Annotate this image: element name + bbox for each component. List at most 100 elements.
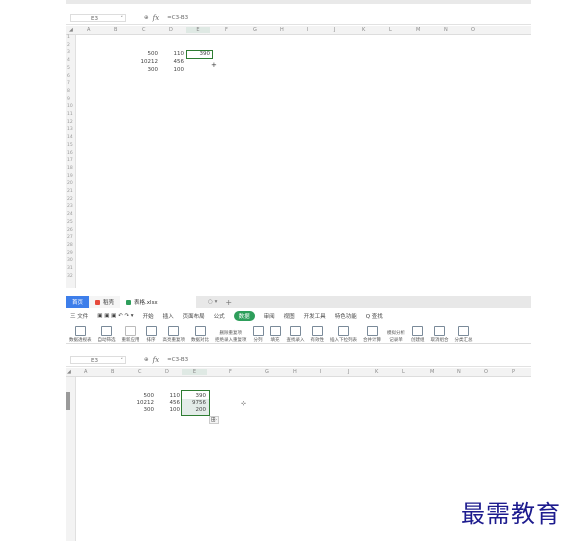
fx-icon[interactable]: fx xyxy=(153,356,160,364)
col-header-c[interactable]: C xyxy=(142,27,146,33)
col-header-n[interactable]: N xyxy=(444,27,448,33)
chevron-down-icon[interactable]: ˅ xyxy=(121,357,124,365)
dropdown-list-button[interactable]: 插入下拉列表 xyxy=(327,323,360,343)
col-header-k[interactable]: K xyxy=(375,369,378,375)
row-header[interactable]: 12 xyxy=(67,120,73,125)
top-formula-input[interactable]: =C3-B3 xyxy=(167,15,188,21)
new-tab-icon[interactable]: + xyxy=(225,298,232,307)
row-header[interactable]: 4 xyxy=(67,58,70,63)
menu-page-layout[interactable]: 页面布局 xyxy=(183,312,205,320)
col-header-f[interactable]: F xyxy=(229,369,232,375)
col-header-d[interactable]: D xyxy=(169,27,173,33)
col-header-p[interactable]: P xyxy=(512,369,515,375)
row-header[interactable]: 23 xyxy=(67,204,73,209)
auto-fill-options-button[interactable]: 田· xyxy=(209,416,219,424)
row-header[interactable]: 13 xyxy=(67,127,73,132)
col-header-k[interactable]: K xyxy=(362,27,365,33)
tab-docer[interactable]: 稻壳 xyxy=(89,296,121,308)
zoom-icon[interactable]: ⊕ xyxy=(144,357,149,363)
menu-insert[interactable]: 插入 xyxy=(163,312,174,320)
col-header-f[interactable]: F xyxy=(225,27,228,33)
col-header-j[interactable]: J xyxy=(334,27,335,33)
row-header[interactable]: 21 xyxy=(67,189,73,194)
row-header[interactable]: 7 xyxy=(67,81,70,86)
top-name-box[interactable]: E3 ˅ xyxy=(70,14,126,22)
col-header-e[interactable]: E xyxy=(186,27,210,33)
menu-search[interactable]: Q 查找 xyxy=(366,312,383,320)
col-header-l[interactable]: L xyxy=(402,369,405,375)
row-header[interactable]: 25 xyxy=(67,220,73,225)
row-header[interactable]: 10 xyxy=(67,104,73,109)
data-compare-button[interactable]: 数据对比 xyxy=(188,323,212,343)
cell-c4[interactable]: 456 xyxy=(166,400,181,407)
bottom-formula-input[interactable]: =C3-B3 xyxy=(167,357,188,363)
row-header[interactable]: 22 xyxy=(67,197,73,202)
cell-c5[interactable]: 100 xyxy=(170,67,185,74)
pivot-table-button[interactable]: 数据透视表 xyxy=(66,323,95,343)
row-header[interactable]: 16 xyxy=(67,151,73,156)
cell-c5[interactable]: 100 xyxy=(166,407,181,414)
col-header-o[interactable]: O xyxy=(471,27,475,33)
fill-button[interactable]: 填充 xyxy=(267,323,284,343)
tab-list-icon[interactable]: ○ ▾ xyxy=(208,299,217,305)
col-header-a[interactable]: A xyxy=(87,27,90,33)
col-header-e[interactable]: E xyxy=(182,369,207,375)
reapply-button[interactable]: 重新应用 xyxy=(119,323,143,343)
cell-b5[interactable]: 300 xyxy=(146,67,159,74)
cell-e3[interactable]: 390 xyxy=(184,393,207,400)
row-header[interactable]: 20 xyxy=(67,181,73,186)
ungroup-button[interactable]: 取消组合 xyxy=(428,323,452,343)
col-header-a[interactable]: A xyxy=(84,369,87,375)
col-header-h[interactable]: H xyxy=(293,369,297,375)
row-header[interactable]: 5 xyxy=(67,66,70,71)
validation-button[interactable]: 有效性 xyxy=(308,323,328,343)
col-header-m[interactable]: M xyxy=(416,27,420,33)
col-header-o[interactable]: O xyxy=(484,369,488,375)
menu-features[interactable]: 特色功能 xyxy=(335,312,357,320)
col-header-m[interactable]: M xyxy=(430,369,434,375)
row-header[interactable]: 26 xyxy=(67,228,73,233)
row-header[interactable]: 29 xyxy=(67,251,73,256)
cell-b3[interactable]: 500 xyxy=(142,393,155,400)
row-header[interactable]: 1 xyxy=(67,35,70,40)
sort-button[interactable]: 排序 xyxy=(143,323,160,343)
col-header-i[interactable]: I xyxy=(320,369,321,375)
chevron-down-icon[interactable]: ˅ xyxy=(121,15,124,23)
record-form-button[interactable]: 模拟分析 记录单 xyxy=(384,323,408,343)
menu-view[interactable]: 视图 xyxy=(284,312,295,320)
row-header[interactable]: 28 xyxy=(67,243,73,248)
cell-e4[interactable]: 9756 xyxy=(184,400,206,407)
create-group-button[interactable]: 创建组 xyxy=(408,323,428,343)
zoom-icon[interactable]: ⊕ xyxy=(144,15,149,21)
col-header-b[interactable]: B xyxy=(111,369,114,375)
row-header[interactable]: 6 xyxy=(67,74,70,79)
col-header-g[interactable]: G xyxy=(253,27,257,33)
row-header[interactable]: 2 xyxy=(67,43,70,48)
bottom-name-box[interactable]: E3 ˅ xyxy=(70,356,126,364)
row-header[interactable]: 32 xyxy=(67,274,73,279)
quick-access-icons[interactable]: ▣ ▣ ▣ ↶ ↷ ▾ xyxy=(97,313,133,319)
menu-review[interactable]: 审阅 xyxy=(264,312,275,320)
cell-b4[interactable]: 10212 xyxy=(140,59,159,66)
menu-developer[interactable]: 开发工具 xyxy=(304,312,326,320)
cell-b5[interactable]: 300 xyxy=(142,407,155,414)
row-header[interactable]: 14 xyxy=(67,135,73,140)
lookup-entry-button[interactable]: 查找录入 xyxy=(284,323,308,343)
cell-c3[interactable]: 110 xyxy=(166,393,181,400)
row-header[interactable]: 3 xyxy=(67,50,70,55)
remove-duplicates-button[interactable]: 删除重复项 拒绝录入重复项 xyxy=(212,323,250,343)
col-header-j[interactable]: J xyxy=(348,369,349,375)
auto-filter-button[interactable]: 自动筛选 xyxy=(95,323,119,343)
cell-c3[interactable]: 110 xyxy=(170,51,185,58)
select-all-corner[interactable]: ◢ xyxy=(69,27,73,33)
row-header[interactable]: 31 xyxy=(67,266,73,271)
highlight-duplicates-button[interactable]: 高亮重复项 xyxy=(160,323,189,343)
col-header-b[interactable]: B xyxy=(114,27,117,33)
cell-b4[interactable]: 10212 xyxy=(136,400,155,407)
cell-c4[interactable]: 456 xyxy=(170,59,185,66)
tab-home[interactable]: 首页 xyxy=(66,296,90,308)
menu-data[interactable]: 数据 xyxy=(233,310,255,321)
row-header[interactable]: 27 xyxy=(67,235,73,240)
menu-start[interactable]: 开始 xyxy=(143,312,154,320)
row-header[interactable]: 9 xyxy=(67,97,70,102)
